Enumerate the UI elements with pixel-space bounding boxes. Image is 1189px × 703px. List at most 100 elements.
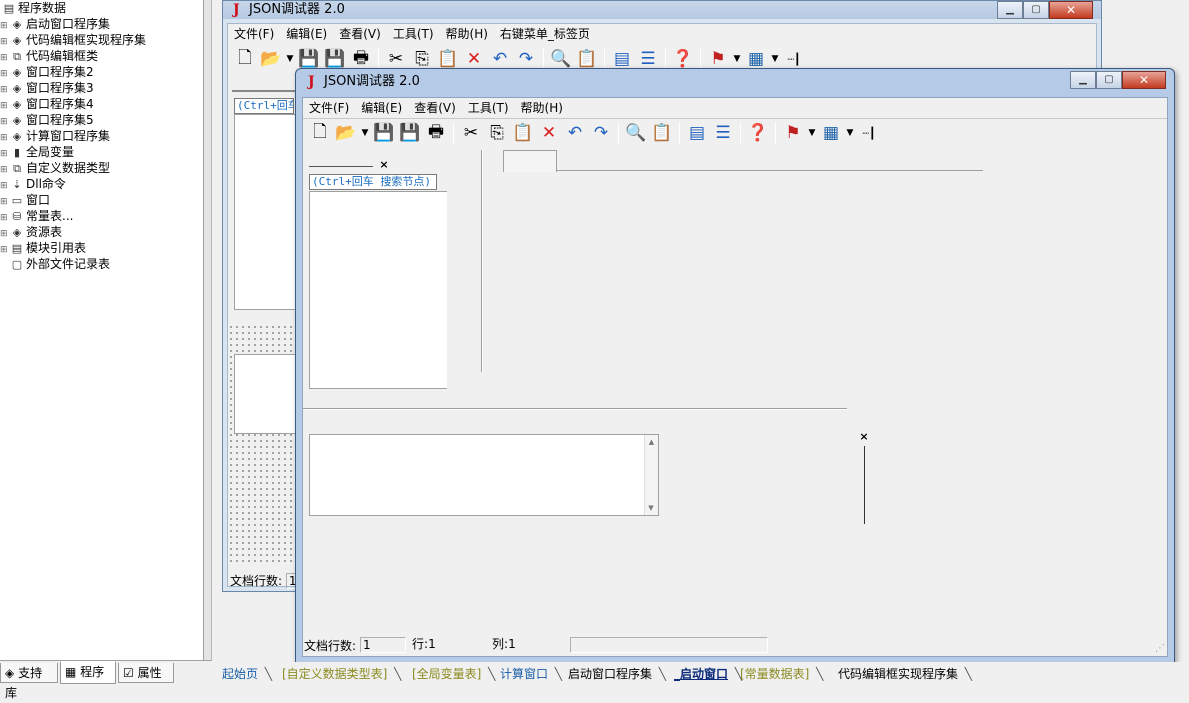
tree-item[interactable]: ⊞ ▤ 模块引用表	[0, 240, 203, 256]
tree-splitter[interactable]	[204, 0, 212, 660]
tab-properties[interactable]: ☑ 属性	[118, 663, 174, 683]
back-minimize-button[interactable]: ▁	[997, 1, 1023, 19]
scroll-down-arrow-icon[interactable]: ▼	[645, 501, 657, 515]
tree-item[interactable]: ⊞ ⧉ 自定义数据类型	[0, 160, 203, 176]
calculator-dropdown-icon[interactable]: ▼	[844, 128, 856, 138]
class-icon: ⧉	[13, 50, 21, 63]
new-file-icon[interactable]: 🗋	[307, 120, 333, 146]
tree-item[interactable]: ⊞ ◈ 资源表	[0, 224, 203, 240]
plugin-dropdown-icon[interactable]: ▼	[731, 54, 743, 64]
redo-icon[interactable]: ↷	[588, 120, 614, 146]
front-menu-item[interactable]: 查看(V)	[408, 98, 462, 118]
resize-grip-icon[interactable]: ⋰	[1155, 643, 1165, 654]
paste-icon[interactable]: 📋	[510, 120, 536, 146]
document-tab[interactable]: 起始页	[216, 664, 272, 684]
side-panel-close-icon[interactable]: ×	[859, 431, 869, 442]
copy-icon[interactable]: ⎘	[484, 120, 510, 146]
front-menu-item[interactable]: 编辑(E)	[355, 98, 408, 118]
open-dropdown-icon[interactable]: ▼	[359, 128, 371, 138]
tree-item[interactable]: ⊞ ◈ 启动窗口程序集	[0, 16, 203, 32]
front-menu-item[interactable]: 工具(T)	[462, 98, 515, 118]
back-window-titlebar[interactable]: J JSON调试器 2.0 ▁ ▢ ✕	[223, 1, 1101, 19]
toolbar-separator	[453, 122, 454, 144]
back-maximize-button[interactable]: ▢	[1023, 1, 1049, 19]
open-dropdown-icon[interactable]: ▼	[284, 54, 296, 64]
app-logo-icon: J	[308, 74, 315, 90]
tree-search-input[interactable]: (Ctrl+回车 搜索节点)	[309, 174, 437, 190]
front-menu-item[interactable]: 帮助(H)	[515, 98, 569, 118]
output-textarea[interactable]: ▲ ▼	[309, 434, 659, 516]
clipboard-icon[interactable]: 📋	[649, 120, 675, 146]
back-search-hint[interactable]: (Ctrl+回车	[234, 98, 294, 114]
program-data-icon: ▤	[3, 2, 15, 15]
maximize-button[interactable]: ▢	[1096, 71, 1122, 89]
tree-item[interactable]: ⊞ ▭ 窗口	[0, 192, 203, 208]
tab-support-library[interactable]: ◈ 支持库	[0, 663, 58, 700]
back-output-box[interactable]	[234, 354, 296, 434]
tree-item[interactable]: ⊞ ◈ 代码编辑框实现程序集	[0, 32, 203, 48]
calculator-dropdown-icon[interactable]: ▼	[769, 54, 781, 64]
horizontal-splitter[interactable]	[303, 408, 847, 410]
cut-icon[interactable]: ✂	[458, 120, 484, 146]
plugin-icon[interactable]: ⚑	[780, 120, 806, 146]
undo-icon[interactable]: ↶	[562, 120, 588, 146]
tree-item[interactable]: ⊞ ◈ 窗口程序集5	[0, 112, 203, 128]
plugin-dropdown-icon[interactable]: ▼	[806, 128, 818, 138]
back-close-button[interactable]: ✕	[1049, 1, 1093, 19]
tree-item[interactable]: ⊞ ◈ 计算窗口程序集	[0, 128, 203, 144]
back-menu-item[interactable]: 右键菜单_标签页	[494, 24, 596, 44]
back-menu-item[interactable]: 查看(V)	[333, 24, 387, 44]
back-menu-item[interactable]: 帮助(H)	[440, 24, 494, 44]
status-col: 列:1	[492, 637, 516, 651]
find-icon[interactable]: 🔍	[623, 120, 649, 146]
window-icon: ▭	[11, 194, 23, 207]
document-tab[interactable]: [自定义数据类型表]	[276, 664, 402, 684]
list-view-icon[interactable]: ☰	[710, 120, 736, 146]
back-menu-item[interactable]: 工具(T)	[387, 24, 440, 44]
tree-view-icon[interactable]: ▤	[684, 120, 710, 146]
save-all-icon[interactable]: 💾	[397, 120, 423, 146]
document-tab[interactable]: 计算窗口	[494, 664, 562, 684]
editor-tab[interactable]	[503, 150, 557, 172]
document-tab[interactable]: _启动窗口	[668, 664, 742, 684]
front-window-titlebar[interactable]: J JSON调试器 2.0 ▁ ▢ ✕	[296, 69, 1174, 95]
save-icon[interactable]: 💾	[371, 120, 397, 146]
open-folder-icon[interactable]: 📂	[258, 46, 284, 72]
tree-item[interactable]: ⊞ ▮ 全局变量	[0, 144, 203, 160]
print-icon[interactable]: 🖶	[423, 120, 449, 146]
json-tree-view[interactable]	[309, 191, 447, 389]
back-menu-item[interactable]: 编辑(E)	[280, 24, 333, 44]
delete-icon[interactable]: ✕	[536, 120, 562, 146]
tree-item-label: 启动窗口程序集	[26, 17, 111, 31]
close-button[interactable]: ✕	[1122, 71, 1166, 89]
tree-panel-splitter[interactable]	[481, 150, 483, 372]
tab-program[interactable]: ▦ 程序	[60, 661, 116, 684]
document-tab[interactable]: 启动窗口程序集	[562, 664, 666, 684]
help-icon[interactable]: ❓	[745, 120, 771, 146]
document-tab[interactable]: [全局变量表]	[406, 664, 496, 684]
tree-item[interactable]: ▢ 外部文件记录表	[0, 256, 203, 272]
tree-item[interactable]: ⊞ ◈ 窗口程序集4	[0, 96, 203, 112]
new-file-icon[interactable]: 🗋	[232, 46, 258, 72]
calculator-icon[interactable]: ▦	[818, 120, 844, 146]
tree-item[interactable]: ⊞ ⧉ 代码编辑框类	[0, 48, 203, 64]
tree-item-label: 窗口程序集4	[26, 97, 94, 111]
back-menu-item[interactable]: 文件(F)	[228, 24, 280, 44]
back-tree-box[interactable]	[234, 114, 296, 310]
tree-root[interactable]: ▤ 程序数据	[0, 0, 203, 16]
tree-item[interactable]: ⊞ ◈ 窗口程序集3	[0, 80, 203, 96]
front-menu-item[interactable]: 文件(F)	[303, 98, 355, 118]
tree-item[interactable]: ⊞ ⇣ Dll命令	[0, 176, 203, 192]
open-folder-icon[interactable]: 📂	[333, 120, 359, 146]
output-scrollbar[interactable]: ▲ ▼	[644, 435, 658, 515]
scroll-up-arrow-icon[interactable]: ▲	[645, 435, 658, 449]
tree-panel-close-icon[interactable]: ×	[379, 159, 389, 170]
tree-item[interactable]: ⊞ ◈ 窗口程序集2	[0, 64, 203, 80]
tree-item-label: 自定义数据类型	[26, 161, 111, 175]
toolbar-separator	[740, 122, 741, 144]
document-tab[interactable]: 代码编辑框实现程序集	[832, 664, 972, 684]
tree-item[interactable]: ⊞ ⛁ 常量表...	[0, 208, 203, 224]
line-tool-icon[interactable]: ┈┃	[856, 120, 882, 146]
document-tab[interactable]: [常量数据表]	[734, 664, 824, 684]
minimize-button[interactable]: ▁	[1070, 71, 1096, 89]
